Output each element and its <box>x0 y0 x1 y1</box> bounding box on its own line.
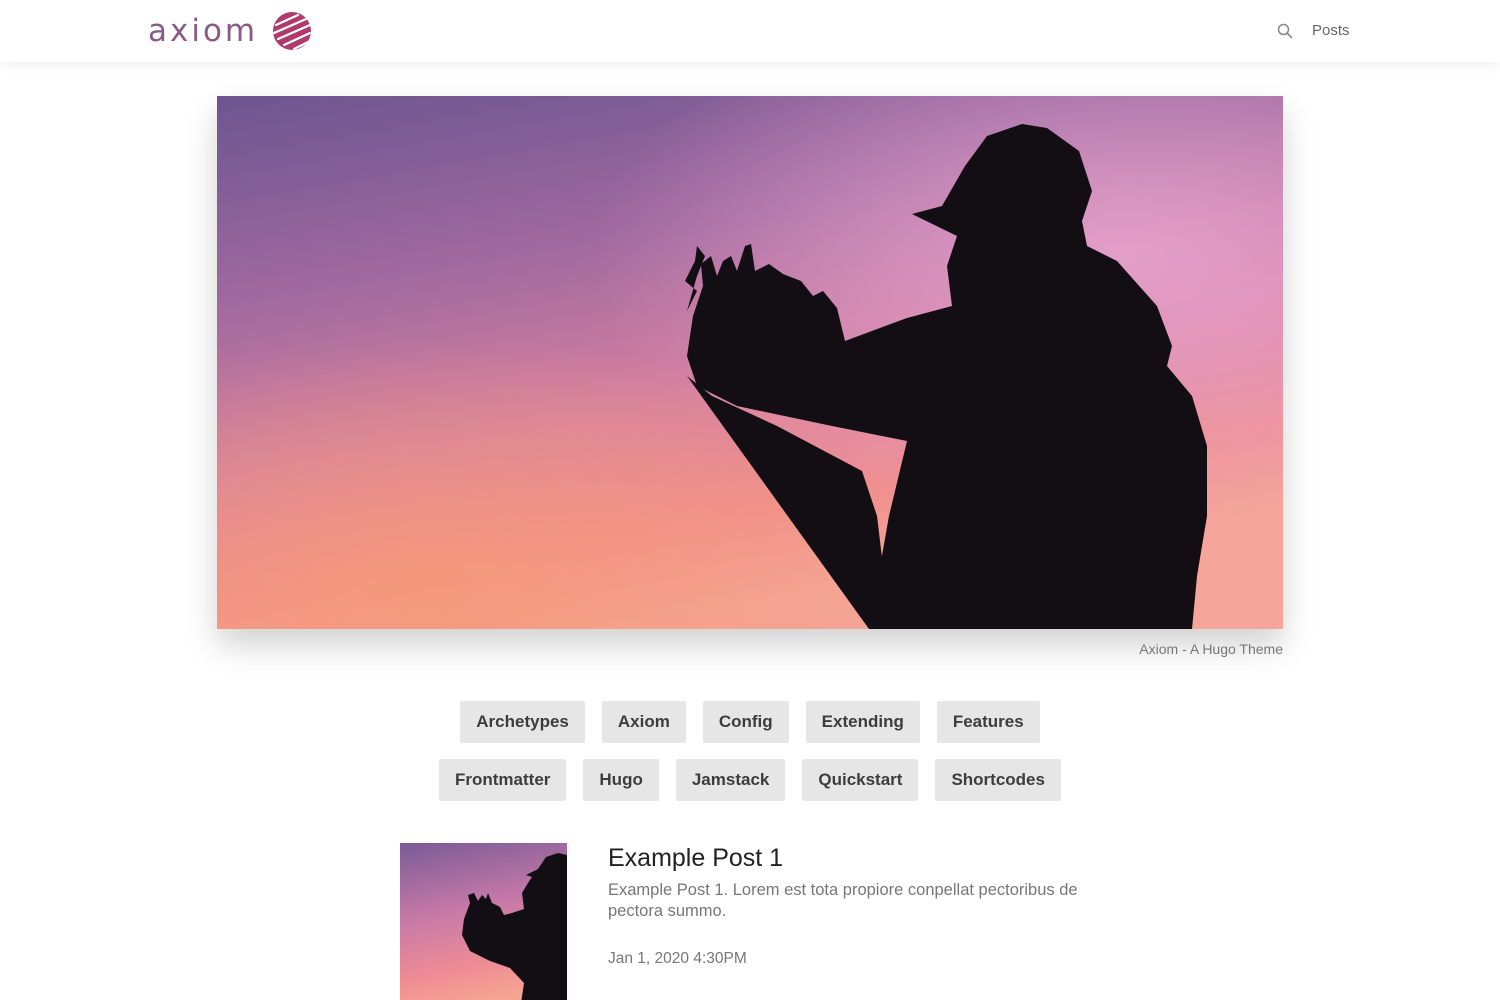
post-body: Example Post 1 Example Post 1. Lorem est… <box>608 843 1108 969</box>
tag-axiom[interactable]: Axiom <box>601 701 686 743</box>
post-date: Jan 1, 2020 4:30PM <box>608 950 747 967</box>
hero-caption: Axiom - A Hugo Theme <box>1139 641 1283 657</box>
tag-extending[interactable]: Extending <box>805 701 920 743</box>
nav-link-posts[interactable]: Posts <box>1312 22 1350 40</box>
site-header: axiom Posts <box>0 0 1500 62</box>
tag-quickstart[interactable]: Quickstart <box>802 759 919 801</box>
tag-features[interactable]: Features <box>936 701 1040 743</box>
tag-cloud-row-1: Archetypes Axiom Config Extending Featur… <box>0 701 1500 743</box>
post-thumbnail[interactable] <box>400 843 567 1000</box>
tag-config[interactable]: Config <box>702 701 789 743</box>
tag-jamstack[interactable]: Jamstack <box>675 759 786 801</box>
post-summary: Example Post 1. Lorem est tota propiore … <box>608 881 1078 920</box>
site-logo[interactable]: axiom <box>148 10 312 52</box>
thumbnail-photo-silhouette <box>400 843 567 1000</box>
tag-archetypes[interactable]: Archetypes <box>460 701 585 743</box>
tag-cloud-row-2: Frontmatter Hugo Jamstack Quickstart Sho… <box>0 759 1500 801</box>
logo-text: axiom <box>148 12 259 49</box>
search-icon[interactable] <box>1276 22 1294 40</box>
post-list-item: Example Post 1 Example Post 1. Lorem est… <box>400 843 1100 1000</box>
tag-shortcodes[interactable]: Shortcodes <box>935 759 1061 801</box>
post-title[interactable]: Example Post 1 <box>608 843 1108 873</box>
tag-frontmatter[interactable]: Frontmatter <box>439 759 567 801</box>
hero-photo-silhouette <box>217 96 1283 629</box>
axiom-globe-logo-icon <box>273 12 312 50</box>
tag-hugo[interactable]: Hugo <box>583 759 659 801</box>
hero-image <box>217 96 1283 629</box>
